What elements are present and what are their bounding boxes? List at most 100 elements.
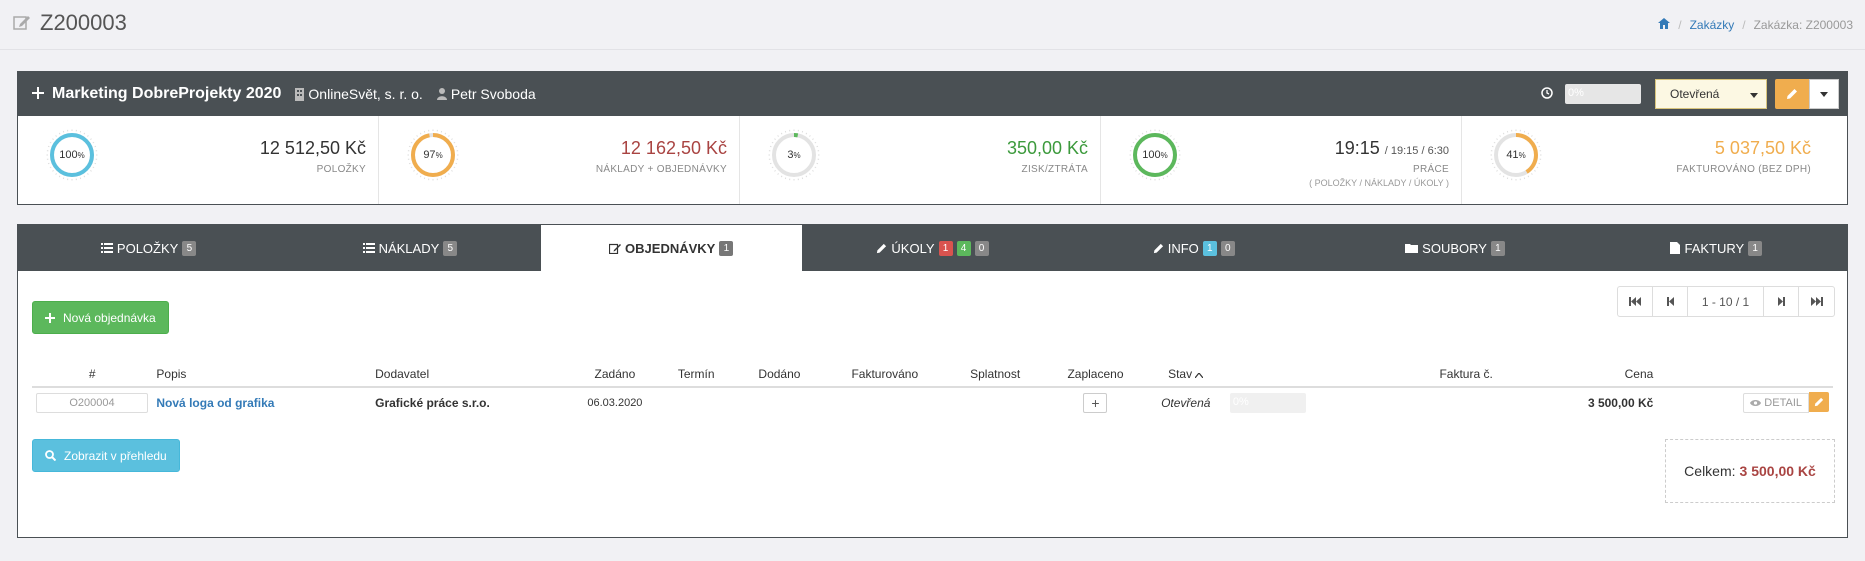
tab-badge: 0 bbox=[974, 240, 989, 256]
total-box: Celkem: 3 500,00 Kč bbox=[1665, 439, 1835, 503]
edit-project-button[interactable] bbox=[1775, 79, 1809, 109]
detail-button[interactable]: DETAIL bbox=[1743, 393, 1809, 413]
project-company-name: OnlineSvět, s. r. o. bbox=[308, 86, 423, 102]
stat-label: PRÁCE bbox=[1413, 164, 1449, 175]
pencil-icon bbox=[1814, 397, 1824, 407]
col-header[interactable]: Zadáno bbox=[571, 361, 659, 388]
stat-label: NÁKLADY + OBJEDNÁVKY bbox=[595, 164, 727, 175]
col-header[interactable]: Termín bbox=[658, 361, 735, 388]
tab-orders[interactable]: OBJEDNÁVKY 1 bbox=[540, 225, 802, 271]
edit-order-button[interactable] bbox=[1809, 392, 1829, 412]
tab-label: NÁKLADY bbox=[378, 240, 440, 256]
home-icon[interactable] bbox=[1658, 18, 1671, 32]
project-header: Marketing DobreProjekty 2020 OnlineSvět,… bbox=[18, 72, 1847, 116]
edit-icon bbox=[609, 243, 622, 254]
project-actions-dropdown[interactable] bbox=[1809, 79, 1839, 109]
new-order-button[interactable]: Nová objednávka bbox=[32, 301, 169, 334]
tab-badge: 1 bbox=[719, 240, 734, 256]
col-header[interactable]: Popis bbox=[152, 361, 372, 388]
stat-profit: 3% 350,00 Kč ZISK/ZTRÁTA bbox=[740, 116, 1101, 204]
eye-icon bbox=[1750, 400, 1762, 406]
tab-badge: 1 bbox=[1490, 240, 1505, 256]
col-header[interactable]: # bbox=[32, 361, 153, 388]
stat-percent: 100% bbox=[59, 149, 85, 161]
first-page-icon bbox=[1629, 297, 1641, 306]
project-progress-bar: 0% bbox=[1565, 84, 1641, 104]
status-select[interactable]: Otevřená bbox=[1655, 79, 1767, 109]
tab-bar: POLOŽKY 5 NÁKLADY 5 OBJEDNÁVKY 1 ÚKOLY 1… bbox=[18, 225, 1847, 271]
col-header-state[interactable]: Stav bbox=[1145, 361, 1226, 388]
detail-label: DETAIL bbox=[1764, 397, 1802, 409]
first-page-button[interactable] bbox=[1618, 287, 1653, 316]
col-header bbox=[1657, 361, 1833, 388]
pencil-icon bbox=[877, 243, 887, 253]
show-overview-button[interactable]: Zobrazit v přehledu bbox=[32, 439, 180, 472]
tab-badge-red: 1 bbox=[938, 240, 953, 256]
col-header[interactable]: Cena bbox=[1496, 361, 1658, 388]
last-page-icon bbox=[1810, 297, 1823, 306]
order-progress-label: 0% bbox=[1232, 395, 1249, 408]
page-header: Z200003 / Zakázky / Zakázka: Z200003 bbox=[0, 0, 1865, 50]
order-code[interactable]: O200004 bbox=[36, 392, 148, 413]
edit-icon bbox=[12, 12, 32, 35]
tab-info[interactable]: INFO 1 0 bbox=[1063, 225, 1324, 271]
col-header[interactable]: Dodavatel bbox=[371, 361, 572, 388]
table-row: O200004 Nová loga od grafika Grafické pr… bbox=[32, 387, 1833, 417]
tab-label: INFO bbox=[1167, 240, 1199, 256]
stat-work: 100% 19:15 / 19:15 / 6:30 PRÁCE ( POLOŽK… bbox=[1101, 116, 1462, 204]
order-ordered-date: 06.03.2020 bbox=[587, 396, 643, 409]
col-header[interactable]: Dodáno bbox=[734, 361, 825, 388]
tab-badge-blue: 1 bbox=[1202, 240, 1217, 256]
breadcrumb-current: Zakázka: Z200003 bbox=[1753, 18, 1853, 32]
project-person-name: Petr Svoboda bbox=[450, 86, 536, 102]
caret-down-icon bbox=[1820, 91, 1828, 97]
user-icon bbox=[436, 88, 447, 100]
col-header[interactable]: Splatnost bbox=[944, 361, 1046, 388]
tab-label: SOUBORY bbox=[1422, 240, 1487, 256]
tab-badge: 5 bbox=[443, 240, 458, 256]
show-overview-label: Zobrazit v přehledu bbox=[64, 448, 167, 463]
tab-tasks[interactable]: ÚKOLY 1 4 0 bbox=[802, 225, 1063, 271]
order-description-link[interactable]: Nová loga od grafika bbox=[156, 396, 274, 410]
col-header bbox=[1225, 361, 1377, 388]
tab-files[interactable]: SOUBORY 1 bbox=[1324, 225, 1585, 271]
prev-page-icon bbox=[1666, 297, 1674, 306]
prev-page-button[interactable] bbox=[1653, 287, 1688, 316]
pencil-icon bbox=[1153, 243, 1163, 253]
stat-label: POLOŽKY bbox=[316, 164, 366, 175]
order-due bbox=[945, 387, 1045, 417]
order-delivered bbox=[734, 387, 824, 417]
stat-sublabel: ( POLOŽKY / NÁKLADY / ÚKOLY ) bbox=[1309, 178, 1449, 188]
tab-label: FAKTURY bbox=[1684, 240, 1745, 256]
stat-invoiced: 41% 5 037,50 Kč FAKTUROVÁNO (BEZ DPH) bbox=[1462, 116, 1823, 204]
expand-plus-icon[interactable] bbox=[32, 86, 44, 102]
tab-label: OBJEDNÁVKY bbox=[625, 240, 716, 256]
total-label: Celkem: bbox=[1684, 463, 1736, 479]
tab-items[interactable]: POLOŽKY 5 bbox=[18, 225, 279, 271]
order-price: 3 500,00 Kč bbox=[1587, 395, 1654, 410]
folder-icon bbox=[1405, 244, 1419, 253]
tab-invoices[interactable]: FAKTURY 1 bbox=[1586, 225, 1847, 271]
last-page-button[interactable] bbox=[1799, 287, 1834, 316]
project-progress-label: 0% bbox=[1568, 87, 1584, 99]
col-header[interactable]: Faktura č. bbox=[1376, 361, 1497, 388]
breadcrumb-orders-link[interactable]: Zakázky bbox=[1690, 18, 1735, 32]
project-controls: 0% Otevřená bbox=[1541, 79, 1839, 109]
list-icon bbox=[362, 243, 375, 253]
pencil-icon bbox=[1787, 89, 1797, 99]
stats-row: 100% 12 512,50 Kč POLOŽKY 97% 12 162,50 … bbox=[18, 116, 1847, 204]
plus-icon bbox=[45, 312, 55, 323]
mark-paid-button[interactable]: + bbox=[1083, 392, 1108, 413]
tab-costs[interactable]: NÁKLADY 5 bbox=[279, 225, 540, 271]
total-amount: 3 500,00 Kč bbox=[1739, 463, 1816, 479]
stat-percent: 3% bbox=[787, 149, 801, 161]
tab-badge: 1 bbox=[1748, 240, 1763, 256]
stat-items: 100% 12 512,50 Kč POLOŽKY bbox=[18, 116, 379, 204]
col-header[interactable]: Zaplaceno bbox=[1045, 361, 1146, 388]
col-header[interactable]: Fakturováno bbox=[824, 361, 945, 388]
tab-badge: 0 bbox=[1220, 240, 1235, 256]
clock-icon bbox=[1541, 86, 1553, 102]
building-icon bbox=[295, 87, 305, 101]
stat-value: 12 512,50 Kč bbox=[259, 138, 366, 158]
next-page-button[interactable] bbox=[1764, 287, 1799, 316]
